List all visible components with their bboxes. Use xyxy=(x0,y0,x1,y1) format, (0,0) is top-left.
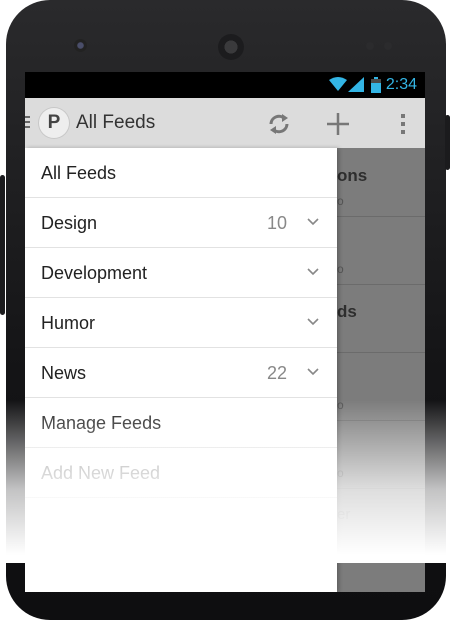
navigation-drawer: All Feeds Design 10 Development Humor Ne… xyxy=(25,148,337,592)
unread-count: 10 xyxy=(266,213,287,233)
status-time: 2:34 xyxy=(385,76,417,93)
drawer-item-label: All Feeds xyxy=(41,163,117,183)
chevron-down-icon[interactable] xyxy=(307,268,319,276)
drawer-item-all-feeds[interactable]: All Feeds xyxy=(25,148,337,198)
list-item-subtitle: o xyxy=(337,398,344,412)
list-item-title: ons xyxy=(337,166,368,185)
signal-icon xyxy=(348,77,364,92)
earpiece-speaker xyxy=(218,34,244,60)
volume-key xyxy=(0,175,5,315)
add-icon[interactable] xyxy=(324,110,352,138)
list-item-subtitle: o xyxy=(337,262,344,276)
drawer-item-label: Development xyxy=(41,263,148,283)
chevron-down-icon[interactable] xyxy=(307,318,319,326)
power-key xyxy=(445,115,450,170)
drawer-item-label: Design xyxy=(41,213,98,233)
drawer-indicator-icon[interactable] xyxy=(25,116,31,130)
app-logo[interactable]: P xyxy=(39,108,69,138)
drawer-item-design[interactable]: Design 10 xyxy=(25,198,337,248)
refresh-icon[interactable] xyxy=(265,110,293,138)
drawer-item-label: Humor xyxy=(41,313,96,333)
chevron-down-icon[interactable] xyxy=(307,218,319,226)
action-bar-title: All Feeds xyxy=(76,112,156,133)
front-camera xyxy=(74,39,87,52)
battery-icon xyxy=(371,77,381,93)
list-item-title: ds xyxy=(337,302,357,321)
drawer-item-humor[interactable]: Humor xyxy=(25,298,337,348)
wifi-icon xyxy=(329,77,347,91)
device-screen: 2:34 P All Feeds ons o o ds o o er All F… xyxy=(25,72,425,592)
list-item[interactable]: er xyxy=(337,488,425,557)
status-bar: 2:34 xyxy=(25,72,425,98)
list-item[interactable]: o xyxy=(337,216,425,285)
drawer-item-add-new-feed[interactable]: Add New Feed xyxy=(25,448,337,498)
list-item[interactable]: ons o xyxy=(337,148,425,217)
light-sensor xyxy=(384,42,392,50)
action-bar: P All Feeds xyxy=(25,98,425,148)
list-item[interactable]: ds xyxy=(337,284,425,353)
drawer-item-news[interactable]: News 22 xyxy=(25,348,337,398)
drawer-item-label: Add New Feed xyxy=(41,463,161,483)
proximity-sensor xyxy=(366,42,374,50)
chevron-down-icon[interactable] xyxy=(307,368,319,376)
overflow-icon[interactable] xyxy=(389,110,417,138)
unread-count: 22 xyxy=(266,363,287,383)
list-item-subtitle: o xyxy=(337,194,344,208)
list-item-subtitle: o xyxy=(337,466,344,480)
drawer-item-development[interactable]: Development xyxy=(25,248,337,298)
list-item[interactable]: o xyxy=(337,352,425,421)
drawer-item-label: Manage Feeds xyxy=(41,413,162,433)
list-item-subtitle: er xyxy=(337,506,351,523)
list-item[interactable]: o xyxy=(337,420,425,489)
drawer-item-label: News xyxy=(41,363,87,383)
drawer-item-manage-feeds[interactable]: Manage Feeds xyxy=(25,398,337,448)
